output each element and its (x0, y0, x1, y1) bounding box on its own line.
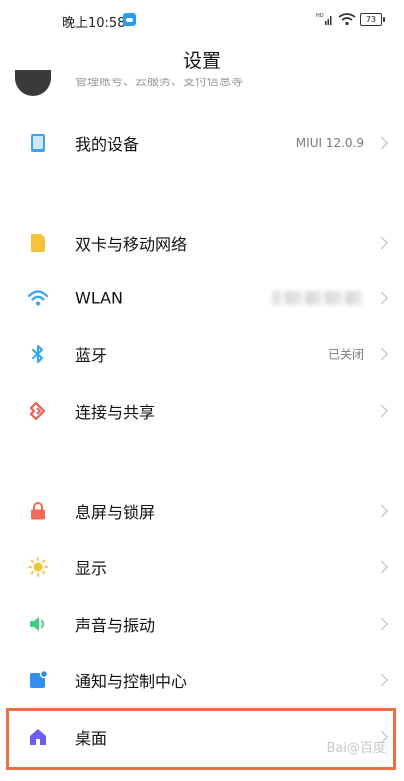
settings-item-label: 蓝牙 (75, 346, 108, 365)
settings-item-label: 息屏与锁屏 (75, 503, 156, 522)
watermark: Bai@百度 (326, 741, 387, 756)
settings-item-bluetooth[interactable]: 蓝牙 已关闭 (0, 326, 404, 382)
bluetooth-icon (32, 345, 43, 363)
chevron-right-icon (375, 504, 388, 518)
settings-item-sound-vibration[interactable]: 声音与振动 (0, 596, 404, 652)
lock-icon (31, 502, 45, 520)
blurred-network-name (272, 291, 362, 305)
settings-item-lock-screen[interactable]: 息屏与锁屏 (0, 483, 404, 539)
speaker-icon (30, 617, 45, 631)
status-time: 晚上10:58 (62, 16, 126, 31)
page-title: 设置 (182, 50, 221, 72)
settings-item-label: 声音与振动 (75, 616, 156, 635)
settings-item-label: 显示 (75, 559, 108, 578)
chevron-right-icon (375, 291, 388, 305)
battery-icon: 73 (360, 13, 385, 26)
settings-item-label: 连接与共享 (75, 403, 156, 422)
chevron-right-icon (375, 617, 388, 631)
settings-item-sim-network[interactable]: 双卡与移动网络 (0, 215, 404, 271)
signal-icon: HD (316, 13, 332, 25)
chevron-right-icon (375, 236, 388, 250)
notification-icon (30, 670, 48, 688)
settings-item-label: 双卡与移动网络 (75, 235, 188, 254)
share-icon (29, 401, 46, 421)
chevron-right-icon (375, 136, 388, 150)
settings-item-label: 通知与控制中心 (75, 672, 188, 691)
tablet-icon (31, 134, 45, 152)
svg-text:HD: HD (316, 13, 324, 19)
settings-item-notification-control[interactable]: 通知与控制中心 (0, 652, 404, 708)
wifi-icon (28, 290, 48, 306)
settings-item-wlan[interactable]: WLAN (0, 270, 404, 326)
cloud-app-icon (123, 13, 136, 26)
settings-item-label: 我的设备 (75, 135, 140, 154)
chevron-right-icon (375, 673, 388, 687)
wifi-status-icon (338, 13, 356, 26)
chevron-right-icon (375, 347, 388, 361)
account-subtitle[interactable]: 管理账号、云服务、支付信息等 (75, 78, 243, 94)
avatar[interactable] (15, 70, 51, 96)
sim-card-icon (31, 234, 45, 252)
settings-item-connection-sharing[interactable]: 连接与共享 (0, 383, 404, 439)
settings-item-display[interactable]: 显示 (0, 539, 404, 595)
settings-item-label: WLAN (75, 288, 124, 308)
chevron-right-icon (375, 560, 388, 574)
status-bar: 晚上10:58 HD 73 (0, 0, 404, 40)
chevron-right-icon (375, 404, 388, 418)
sun-icon (28, 557, 48, 577)
settings-item-my-device[interactable]: 我的设备 MIUI 12.0.9 (0, 115, 404, 171)
settings-item-value: 已关闭 (327, 347, 364, 362)
settings-item-value: MIUI 12.0.9 (295, 136, 364, 150)
